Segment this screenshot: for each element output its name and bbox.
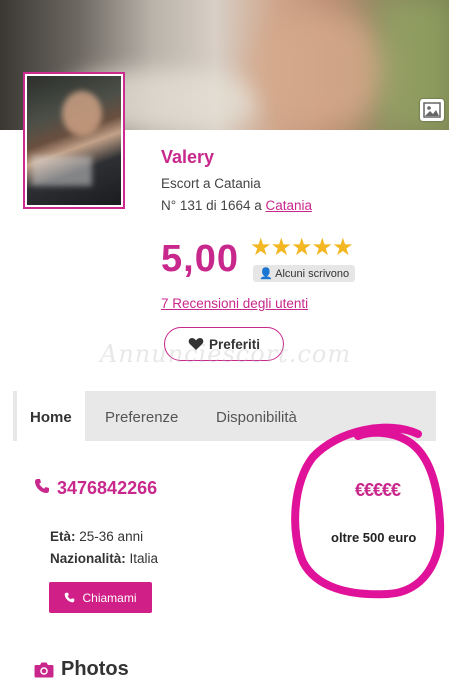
call-button[interactable]: Chiamami <box>49 582 152 613</box>
phone-number[interactable]: 3476842266 <box>34 478 157 499</box>
phone-icon <box>65 592 75 603</box>
city-link[interactable]: Catania <box>266 198 313 213</box>
watermark: Annunciescort.com <box>100 340 352 368</box>
camera-icon <box>34 662 54 678</box>
profile-photo[interactable] <box>23 72 125 209</box>
age-row: Età: 25-36 anni <box>50 529 143 544</box>
user-icon: 👤 <box>259 268 273 280</box>
phone-icon <box>34 478 50 499</box>
some-write-badge[interactable]: 👤 Alcuni scrivono <box>253 265 356 282</box>
profile-rank: N° 131 di 1664 a Catania <box>161 198 312 213</box>
profile-name: Valery <box>161 147 215 167</box>
age-value: 25-36 anni <box>79 529 144 544</box>
photos-heading: Photos <box>34 658 129 681</box>
call-label: Chiamami <box>82 590 137 605</box>
tab-disponibilita[interactable]: Disponibilità <box>216 391 297 441</box>
tab-preferenze[interactable]: Preferenze <box>105 391 178 441</box>
tab-home[interactable]: Home <box>17 391 85 441</box>
rating-value: 5,00 <box>161 238 239 280</box>
rating-stars: ★★★★★ <box>250 234 354 261</box>
phone-value: 3476842266 <box>57 478 158 498</box>
some-write-label: Alcuni scrivono <box>275 268 350 280</box>
age-label: Età: <box>50 529 76 544</box>
profile-subtitle: Escort a Catania <box>161 176 261 191</box>
nationality-row: Nazionalità: Italia <box>50 551 158 566</box>
photos-title: Photos <box>61 658 129 680</box>
annotation-circle <box>291 423 445 599</box>
nationality-value: Italia <box>129 551 159 566</box>
nationality-label: Nazionalità: <box>50 551 126 566</box>
rank-text: N° 131 di 1664 a <box>161 198 262 213</box>
gallery-icon[interactable] <box>420 99 444 121</box>
reviews-link[interactable]: 7 Recensioni degli utenti <box>161 296 308 311</box>
